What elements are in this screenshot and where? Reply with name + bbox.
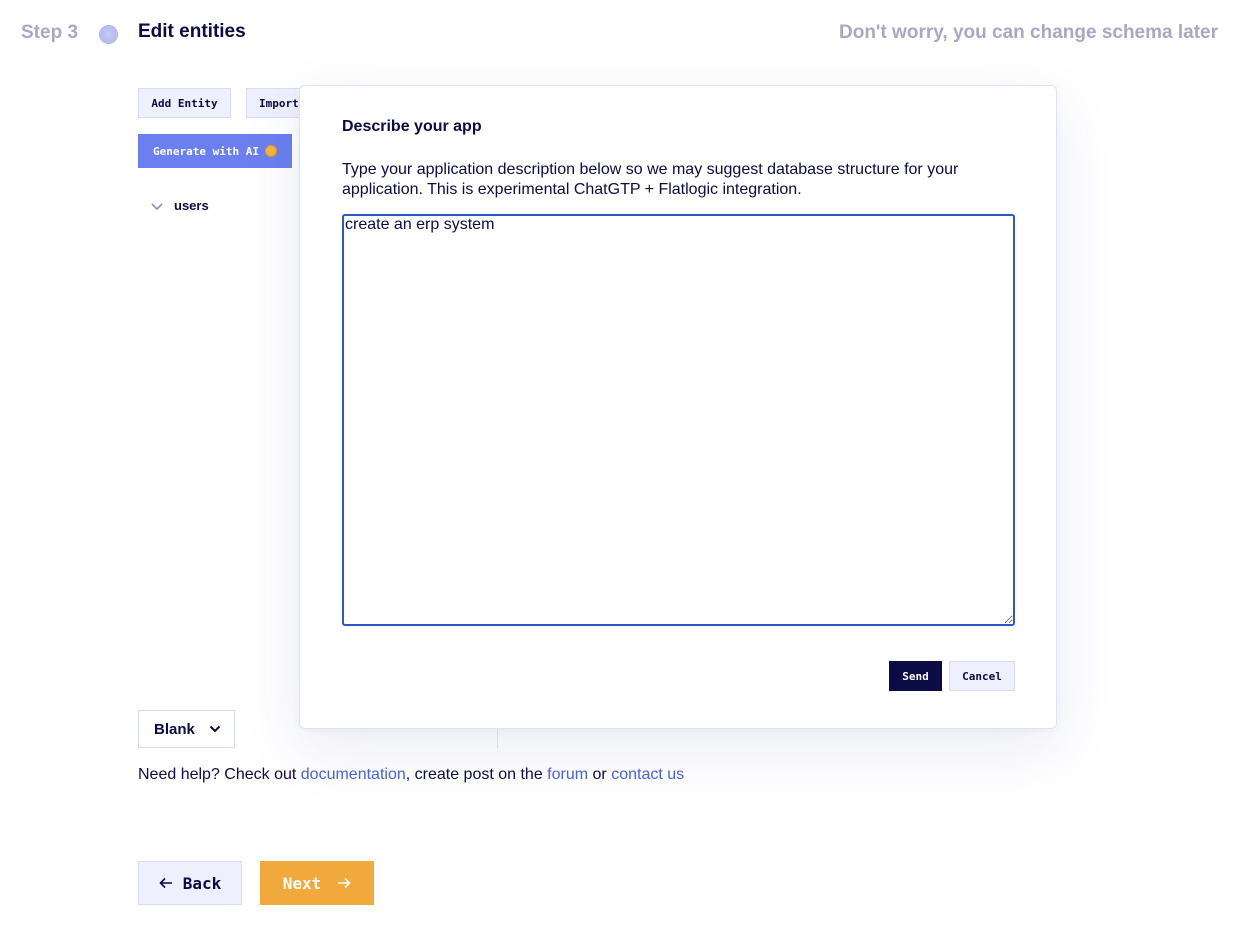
back-button[interactable]: Back: [138, 861, 242, 905]
app-description-textarea[interactable]: create an erp system: [342, 214, 1015, 626]
step-indicator-icon: [99, 25, 118, 44]
header-hint: Don't worry, you can change schema later: [839, 22, 1218, 43]
arrow-right-icon: [338, 877, 351, 889]
help-prefix: Need help? Check out: [138, 766, 301, 783]
help-text: Need help? Check out documentation, crea…: [138, 766, 684, 784]
entity-item-users[interactable]: users: [150, 198, 209, 213]
emoji-icon: [264, 145, 277, 157]
entity-label: users: [174, 198, 209, 213]
next-label: Next: [282, 873, 322, 893]
forum-link[interactable]: forum: [547, 766, 588, 783]
template-select-value: Blank: [154, 720, 195, 738]
add-entity-button[interactable]: Add Entity: [138, 88, 231, 118]
help-or: or: [588, 766, 612, 783]
template-select[interactable]: Blank: [138, 710, 235, 748]
documentation-link[interactable]: documentation: [301, 766, 406, 783]
chevron-down-icon: [151, 202, 163, 210]
chevron-down-icon: [209, 725, 221, 733]
next-button[interactable]: Next: [260, 861, 374, 905]
help-middle: , create post on the: [405, 766, 548, 783]
page-title: Edit entities: [138, 21, 246, 42]
cancel-button[interactable]: Cancel: [949, 661, 1015, 691]
step-label: Step 3: [21, 22, 79, 43]
describe-app-modal: Describe your app Type your application …: [299, 85, 1057, 729]
modal-title: Describe your app: [342, 118, 482, 135]
contact-us-link[interactable]: contact us: [611, 766, 684, 783]
generate-with-ai-label: Generate with AI: [153, 144, 259, 158]
back-label: Back: [182, 873, 222, 893]
send-button[interactable]: Send: [889, 661, 942, 691]
arrow-left-icon: [159, 877, 172, 889]
generate-with-ai-button[interactable]: Generate with AI: [138, 134, 292, 168]
modal-description: Type your application description below …: [342, 161, 959, 198]
